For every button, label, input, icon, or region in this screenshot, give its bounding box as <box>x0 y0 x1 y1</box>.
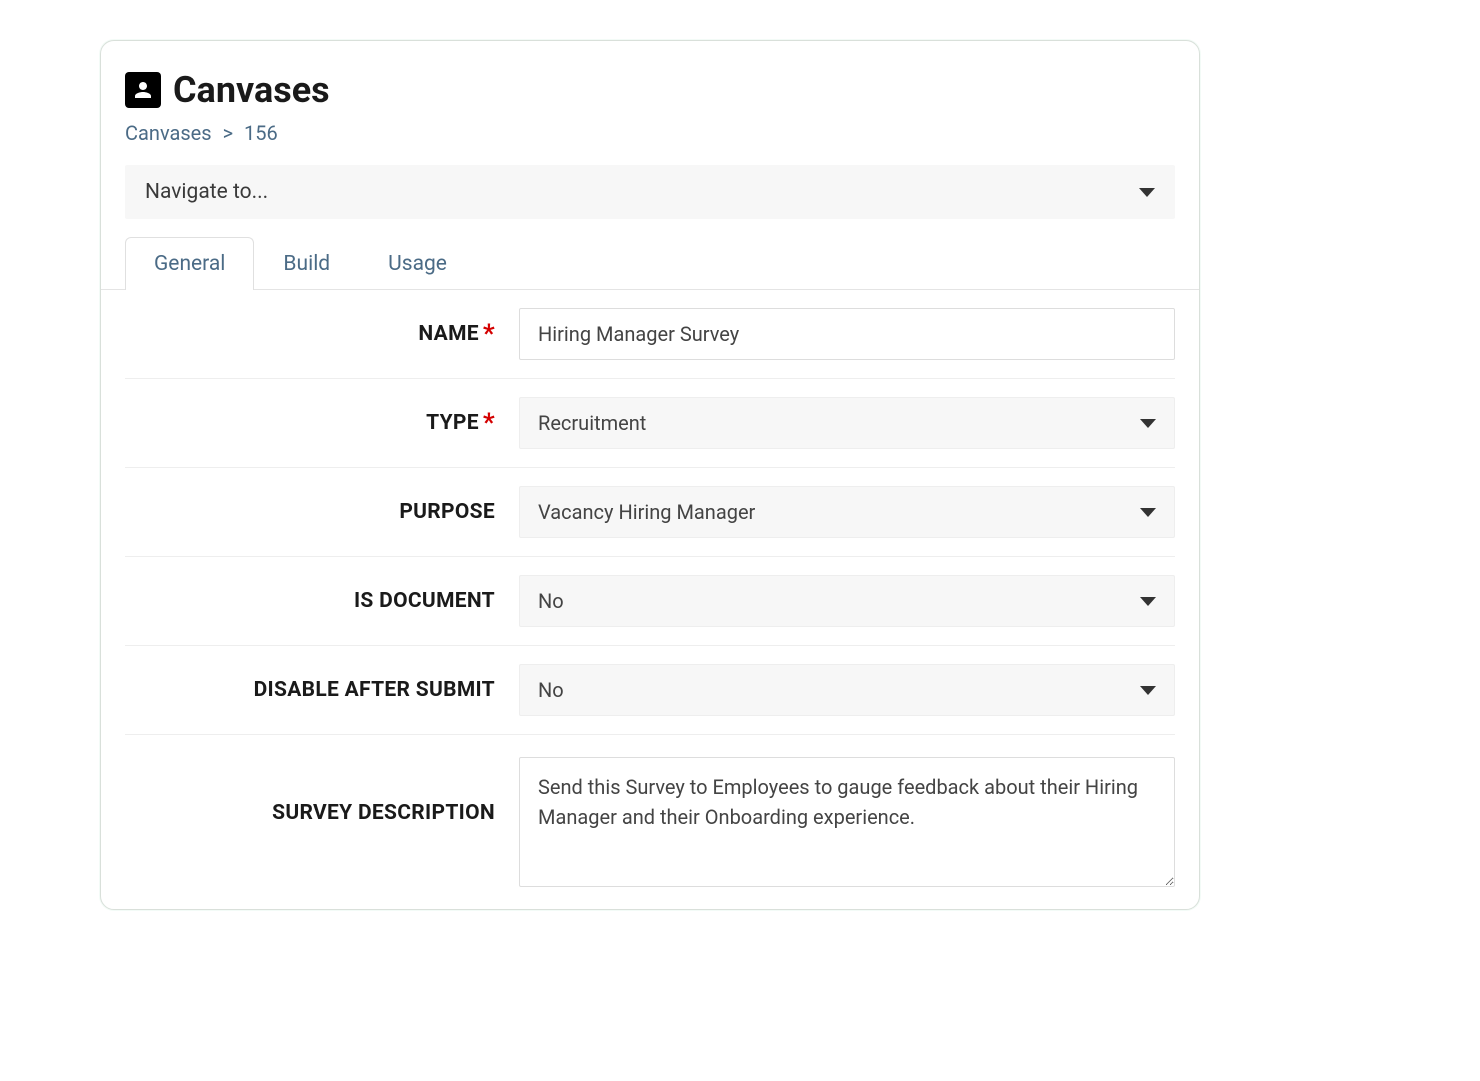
label-purpose: PURPOSE <box>125 500 495 524</box>
label-name: NAME * <box>125 321 495 347</box>
disable-after-submit-select[interactable]: No <box>519 664 1175 716</box>
navigate-select-label: Navigate to... <box>145 180 268 204</box>
control-name <box>519 308 1175 360</box>
form-area: NAME * TYPE * Recruitment PURPOSE <box>101 290 1199 909</box>
row-survey-description: SURVEY DESCRIPTION <box>125 735 1175 909</box>
disable-after-submit-select-value: No <box>538 678 564 702</box>
control-survey-description <box>519 757 1175 891</box>
purpose-select-value: Vacancy Hiring Manager <box>538 500 755 524</box>
label-is-document-text: IS DOCUMENT <box>354 589 495 613</box>
tab-build[interactable]: Build <box>254 237 359 290</box>
breadcrumb-id-link[interactable]: 156 <box>244 121 278 145</box>
chevron-down-icon <box>1139 188 1155 197</box>
name-input[interactable] <box>519 308 1175 360</box>
required-mark: * <box>483 321 495 347</box>
label-disable-after-submit: DISABLE AFTER SUBMIT <box>125 678 495 702</box>
label-is-document: IS DOCUMENT <box>125 589 495 613</box>
label-purpose-text: PURPOSE <box>399 500 495 524</box>
is-document-select-value: No <box>538 589 564 613</box>
label-type-text: TYPE <box>426 411 479 435</box>
row-is-document: IS DOCUMENT No <box>125 557 1175 646</box>
is-document-select[interactable]: No <box>519 575 1175 627</box>
row-purpose: PURPOSE Vacancy Hiring Manager <box>125 468 1175 557</box>
tab-usage[interactable]: Usage <box>359 237 476 290</box>
canvas-card: Canvases Canvases > 156 Navigate to... G… <box>100 40 1200 910</box>
breadcrumb: Canvases > 156 <box>101 111 1199 159</box>
breadcrumb-sep: > <box>217 121 239 145</box>
type-select[interactable]: Recruitment <box>519 397 1175 449</box>
label-disable-after-submit-text: DISABLE AFTER SUBMIT <box>254 678 495 702</box>
required-mark: * <box>483 410 495 436</box>
canvas-icon <box>125 72 161 108</box>
type-select-value: Recruitment <box>538 411 646 435</box>
chevron-down-icon <box>1140 597 1156 606</box>
survey-description-textarea[interactable] <box>519 757 1175 887</box>
tab-general[interactable]: General <box>125 237 254 290</box>
chevron-down-icon <box>1140 686 1156 695</box>
label-survey-description-text: SURVEY DESCRIPTION <box>272 801 495 825</box>
row-disable-after-submit: DISABLE AFTER SUBMIT No <box>125 646 1175 735</box>
control-is-document: No <box>519 575 1175 627</box>
row-name: NAME * <box>125 290 1175 379</box>
tabs: General Build Usage <box>101 219 1199 290</box>
breadcrumb-root-link[interactable]: Canvases <box>125 121 212 145</box>
purpose-select[interactable]: Vacancy Hiring Manager <box>519 486 1175 538</box>
control-purpose: Vacancy Hiring Manager <box>519 486 1175 538</box>
navigate-select[interactable]: Navigate to... <box>125 165 1175 219</box>
card-header: Canvases <box>101 69 1199 111</box>
label-type: TYPE * <box>125 410 495 436</box>
chevron-down-icon <box>1140 508 1156 517</box>
control-type: Recruitment <box>519 397 1175 449</box>
page-title: Canvases <box>173 69 330 111</box>
control-disable-after-submit: No <box>519 664 1175 716</box>
label-name-text: NAME <box>418 322 479 346</box>
row-type: TYPE * Recruitment <box>125 379 1175 468</box>
label-survey-description: SURVEY DESCRIPTION <box>125 757 495 825</box>
chevron-down-icon <box>1140 419 1156 428</box>
